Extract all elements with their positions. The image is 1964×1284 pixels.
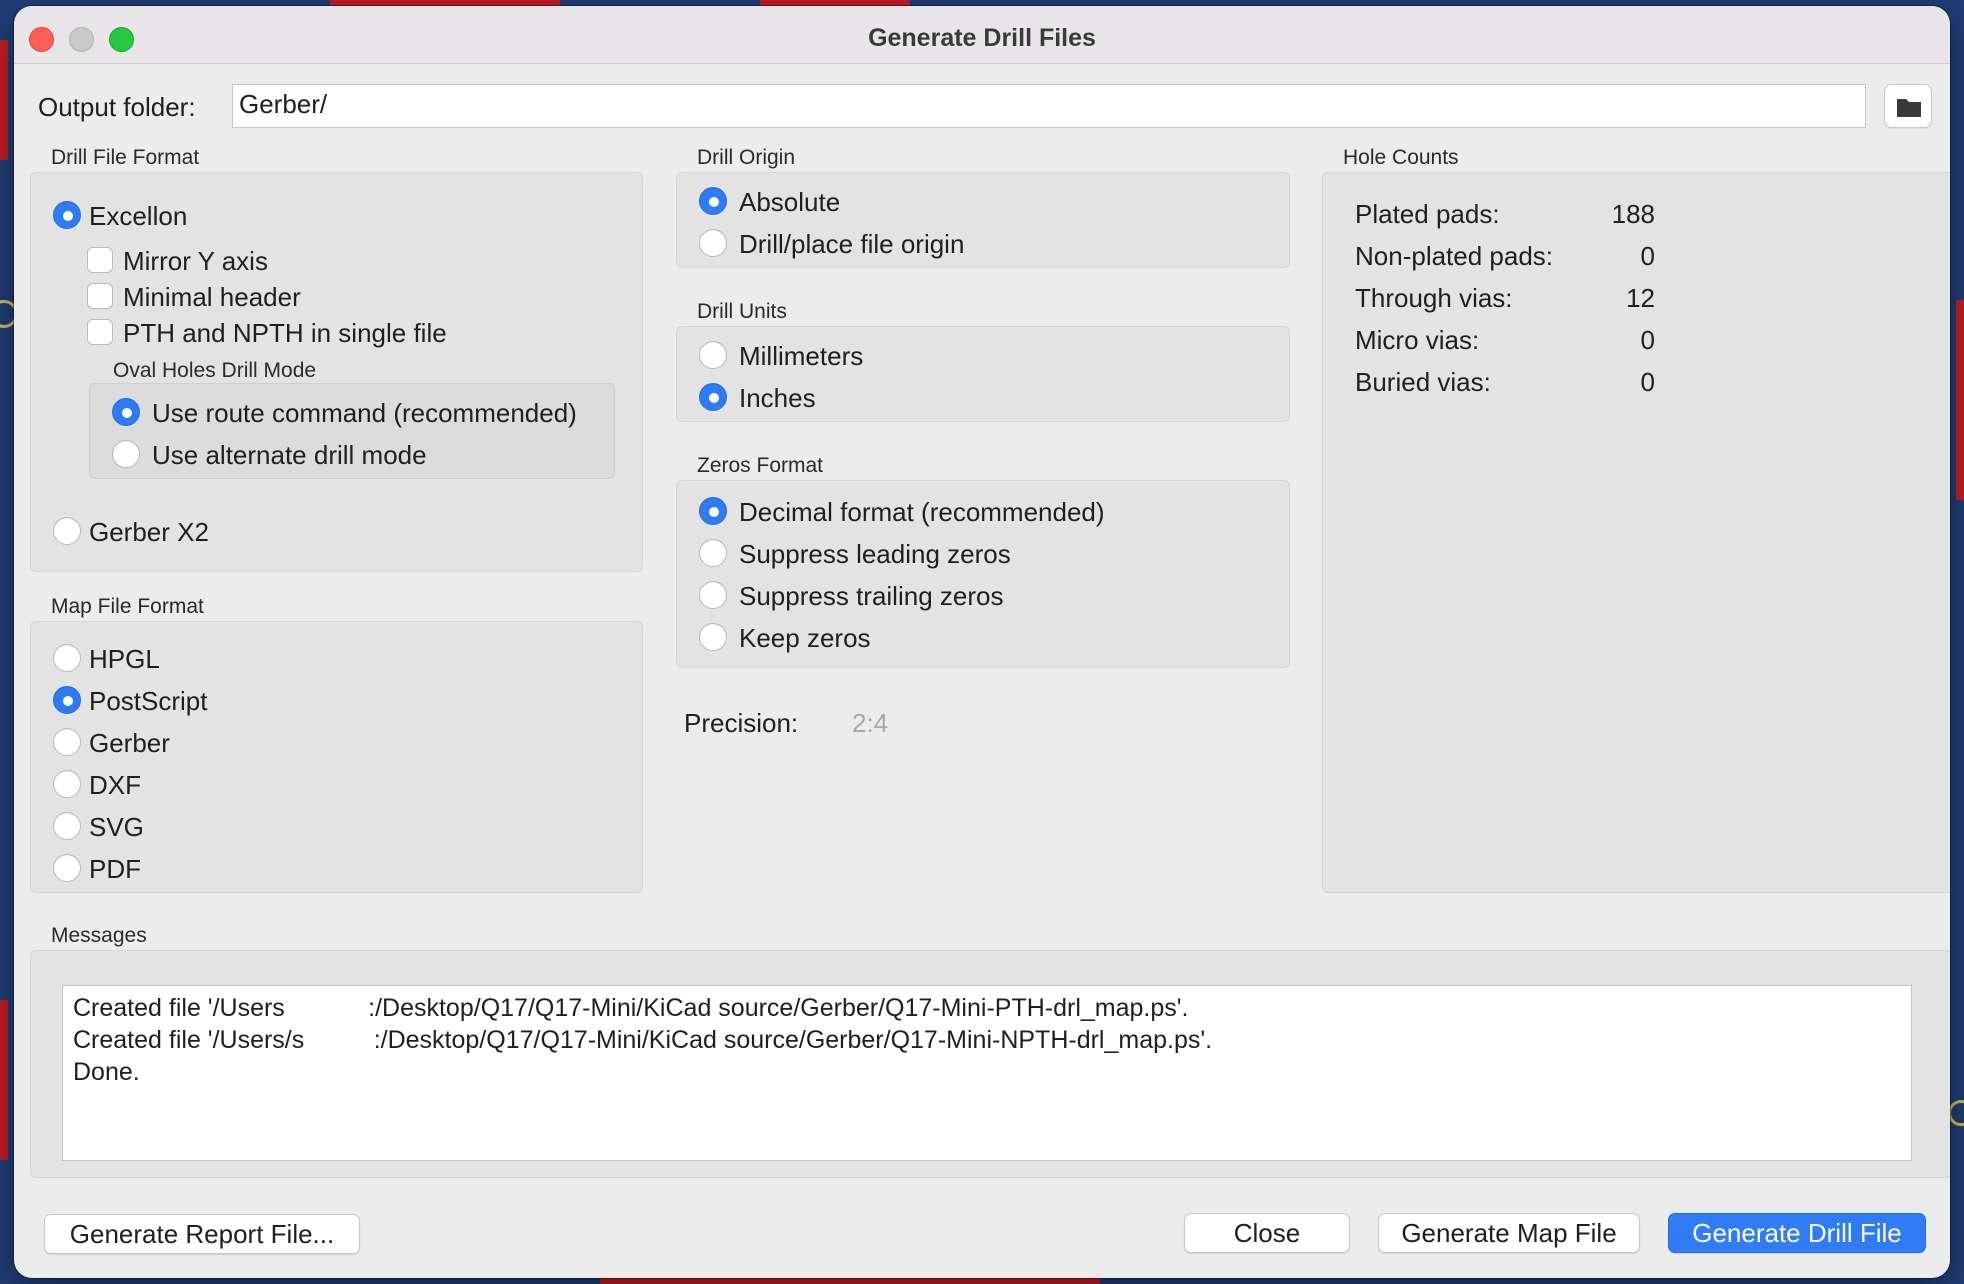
origin-file-label: Drill/place file origin [739, 229, 965, 259]
count-value: 0 [1640, 241, 1655, 271]
drill-file-format-title: Drill File Format [51, 146, 200, 169]
count-label: Non-plated pads: [1355, 241, 1554, 271]
message-line: Done. [73, 1058, 140, 1086]
window-title: Generate Drill Files [868, 24, 1096, 52]
zeros-leading-radio[interactable] [699, 539, 727, 567]
gerber-x2-label: Gerber X2 [89, 517, 209, 547]
message-line: Created file '/Users :/Desktop/Q17/Q17-M… [73, 994, 1189, 1022]
generate-drill-files-dialog: Generate Drill Files Output folder: Gerb… [14, 6, 1950, 1278]
count-label: Buried vias: [1355, 367, 1491, 397]
mirror-y-label: Mirror Y axis [123, 246, 268, 276]
drill-file-format-group: Excellon Mirror Y axis Minimal header PT… [30, 172, 643, 572]
hole-counts-title: Hole Counts [1343, 146, 1459, 169]
map-file-format-group: HPGL PostScript Gerber DXF SVG PDF [30, 621, 643, 893]
map-dxf-radio[interactable] [53, 770, 81, 798]
origin-file-radio[interactable] [699, 229, 727, 257]
zeros-format-group: Decimal format (recommended) Suppress le… [676, 480, 1290, 668]
precision-label: Precision: [684, 708, 799, 738]
oval-alternate-radio[interactable] [112, 440, 140, 468]
close-button[interactable]: Close [1184, 1213, 1350, 1253]
origin-absolute-radio[interactable] [699, 187, 727, 215]
map-gerber-radio[interactable] [53, 728, 81, 756]
pth-npth-single-checkbox[interactable] [87, 319, 113, 345]
excellon-label: Excellon [89, 201, 188, 231]
zeros-trailing-label: Suppress trailing zeros [739, 581, 1004, 611]
origin-absolute-label: Absolute [739, 187, 841, 217]
map-pdf-label: PDF [89, 854, 141, 884]
map-postscript-label: PostScript [89, 686, 208, 716]
units-inches-label: Inches [739, 383, 816, 413]
drill-units-group: Millimeters Inches [676, 326, 1290, 422]
generate-report-button[interactable]: Generate Report File... [44, 1214, 360, 1254]
map-gerber-label: Gerber [89, 728, 170, 758]
count-label: Plated pads: [1355, 199, 1500, 229]
messages-group: Created file '/Users :/Desktop/Q17/Q17-M… [30, 950, 1950, 1178]
output-folder-input[interactable]: Gerber/ [232, 84, 1866, 128]
oval-route-label: Use route command (recommended) [152, 398, 577, 428]
message-line: Created file '/Users/s :/Desktop/Q17/Q17… [73, 1026, 1213, 1054]
output-folder-label: Output folder: [38, 92, 196, 122]
hole-counts-group: Plated pads: 188 Non-plated pads: 0 Thro… [1322, 172, 1950, 893]
map-file-format-title: Map File Format [51, 595, 204, 618]
title-bar: Generate Drill Files [14, 6, 1950, 64]
messages-title: Messages [51, 924, 147, 947]
minimal-header-label: Minimal header [123, 282, 301, 312]
count-value: 0 [1640, 325, 1655, 355]
precision-value: 2:4 [852, 708, 889, 738]
units-mm-label: Millimeters [739, 341, 864, 371]
units-mm-radio[interactable] [699, 341, 727, 369]
zeros-decimal-label: Decimal format (recommended) [739, 497, 1105, 527]
minimal-header-checkbox[interactable] [87, 283, 113, 309]
zeros-trailing-radio[interactable] [699, 581, 727, 609]
drill-units-title: Drill Units [697, 300, 787, 323]
gerber-x2-radio[interactable] [53, 517, 81, 545]
zeros-decimal-radio[interactable] [699, 497, 727, 525]
hole-counts-table: Plated pads: 188 Non-plated pads: 0 Thro… [1355, 199, 1655, 419]
count-label: Through vias: [1355, 283, 1513, 313]
oval-route-radio[interactable] [112, 398, 140, 426]
units-inches-radio[interactable] [699, 383, 727, 411]
map-hpgl-radio[interactable] [53, 644, 81, 672]
messages-textarea[interactable]: Created file '/Users :/Desktop/Q17/Q17-M… [62, 985, 1912, 1161]
drill-origin-title: Drill Origin [697, 146, 796, 169]
zeros-leading-label: Suppress leading zeros [739, 539, 1011, 569]
oval-holes-title: Oval Holes Drill Mode [113, 359, 317, 382]
mirror-y-checkbox[interactable] [87, 247, 113, 273]
browse-folder-button[interactable] [1884, 84, 1932, 128]
map-svg-radio[interactable] [53, 812, 81, 840]
count-label: Micro vias: [1355, 325, 1480, 355]
map-hpgl-label: HPGL [89, 644, 160, 674]
map-postscript-radio[interactable] [53, 686, 81, 714]
generate-drill-file-button[interactable]: Generate Drill File [1668, 1213, 1926, 1253]
folder-icon [1897, 99, 1921, 117]
excellon-radio[interactable] [53, 201, 81, 229]
oval-alternate-label: Use alternate drill mode [152, 440, 427, 470]
zeros-format-title: Zeros Format [697, 454, 824, 477]
oval-holes-group: Use route command (recommended) Use alte… [89, 383, 615, 479]
zeros-keep-radio[interactable] [699, 623, 727, 651]
generate-map-file-button[interactable]: Generate Map File [1378, 1213, 1640, 1253]
drill-origin-group: Absolute Drill/place file origin [676, 172, 1290, 268]
pth-npth-single-label: PTH and NPTH in single file [123, 318, 447, 348]
map-dxf-label: DXF [89, 770, 141, 800]
count-value: 12 [1626, 283, 1655, 313]
count-value: 188 [1611, 199, 1655, 229]
zeros-keep-label: Keep zeros [739, 623, 871, 653]
map-svg-label: SVG [89, 812, 144, 842]
count-value: 0 [1640, 367, 1655, 397]
map-pdf-radio[interactable] [53, 854, 81, 882]
